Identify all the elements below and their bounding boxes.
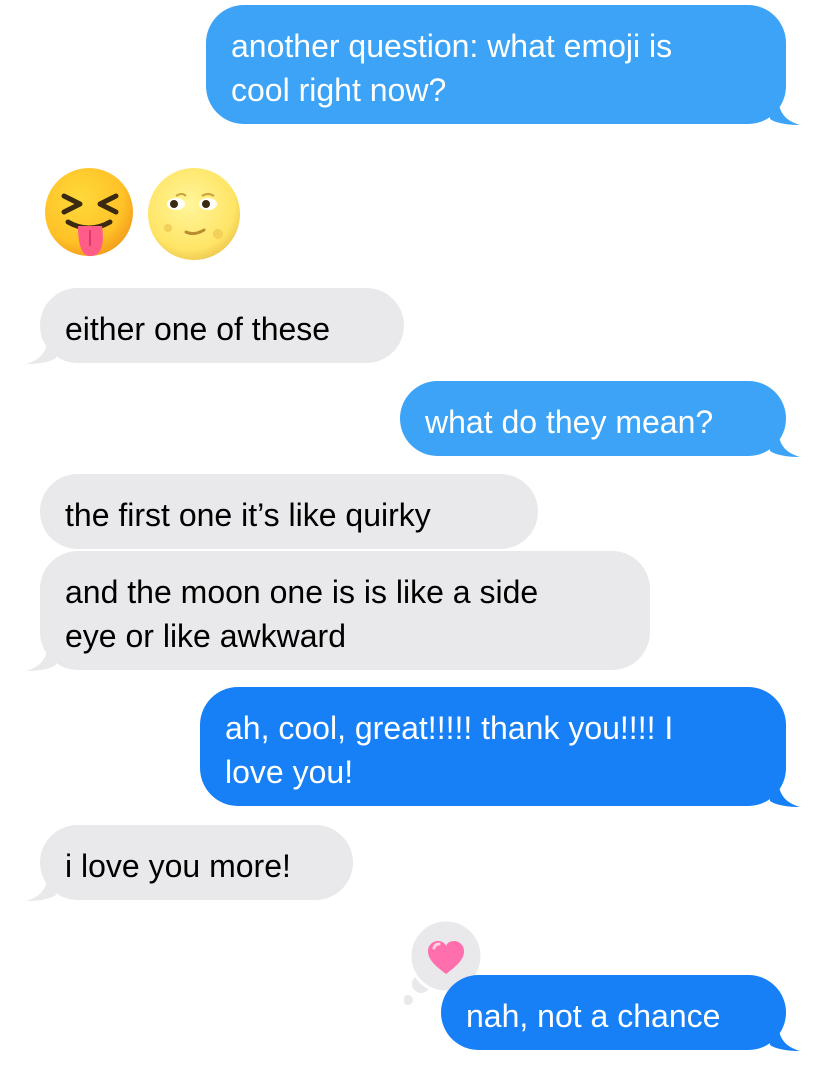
- message-line: another question: what emoji is cool righ…: [231, 28, 673, 108]
- bubble-tail: [770, 777, 800, 807]
- message-thread: another question: what emoji is cool righ…: [0, 0, 828, 1067]
- outgoing-message-bubble[interactable]: what do they mean?: [400, 381, 800, 457]
- bubble-tail: [770, 1021, 800, 1051]
- incoming-message-bubble[interactable]: and the moon one is is like a side eye or…: [26, 551, 650, 671]
- bubble-tail: [26, 641, 56, 671]
- message-line: ah, cool, great!!!!! thank you!!!! Ilove…: [225, 710, 674, 790]
- full-moon-face-emoji: [148, 168, 240, 260]
- outgoing-message-bubble[interactable]: ah, cool, great!!!!! thank you!!!! Ilove…: [200, 687, 800, 807]
- squinting-face-with-tongue-emoji: [45, 168, 133, 257]
- incoming-message-bubble[interactable]: i love you more!: [26, 825, 353, 901]
- bubble-tail: [26, 871, 56, 901]
- outgoing-message-bubble[interactable]: nah, not a chance: [441, 975, 800, 1051]
- outgoing-message-bubble[interactable]: another question: what emoji is cool righ…: [206, 5, 800, 125]
- incoming-message-bubble[interactable]: either one of these: [26, 288, 404, 364]
- bubble-tail: [770, 95, 800, 125]
- bubble-tail: [770, 427, 800, 457]
- bubble-tail: [26, 334, 56, 364]
- message-line: and the moon one is is like a side eye or…: [65, 574, 539, 654]
- incoming-message-bubble[interactable]: the first one it’s like quirky: [40, 474, 538, 549]
